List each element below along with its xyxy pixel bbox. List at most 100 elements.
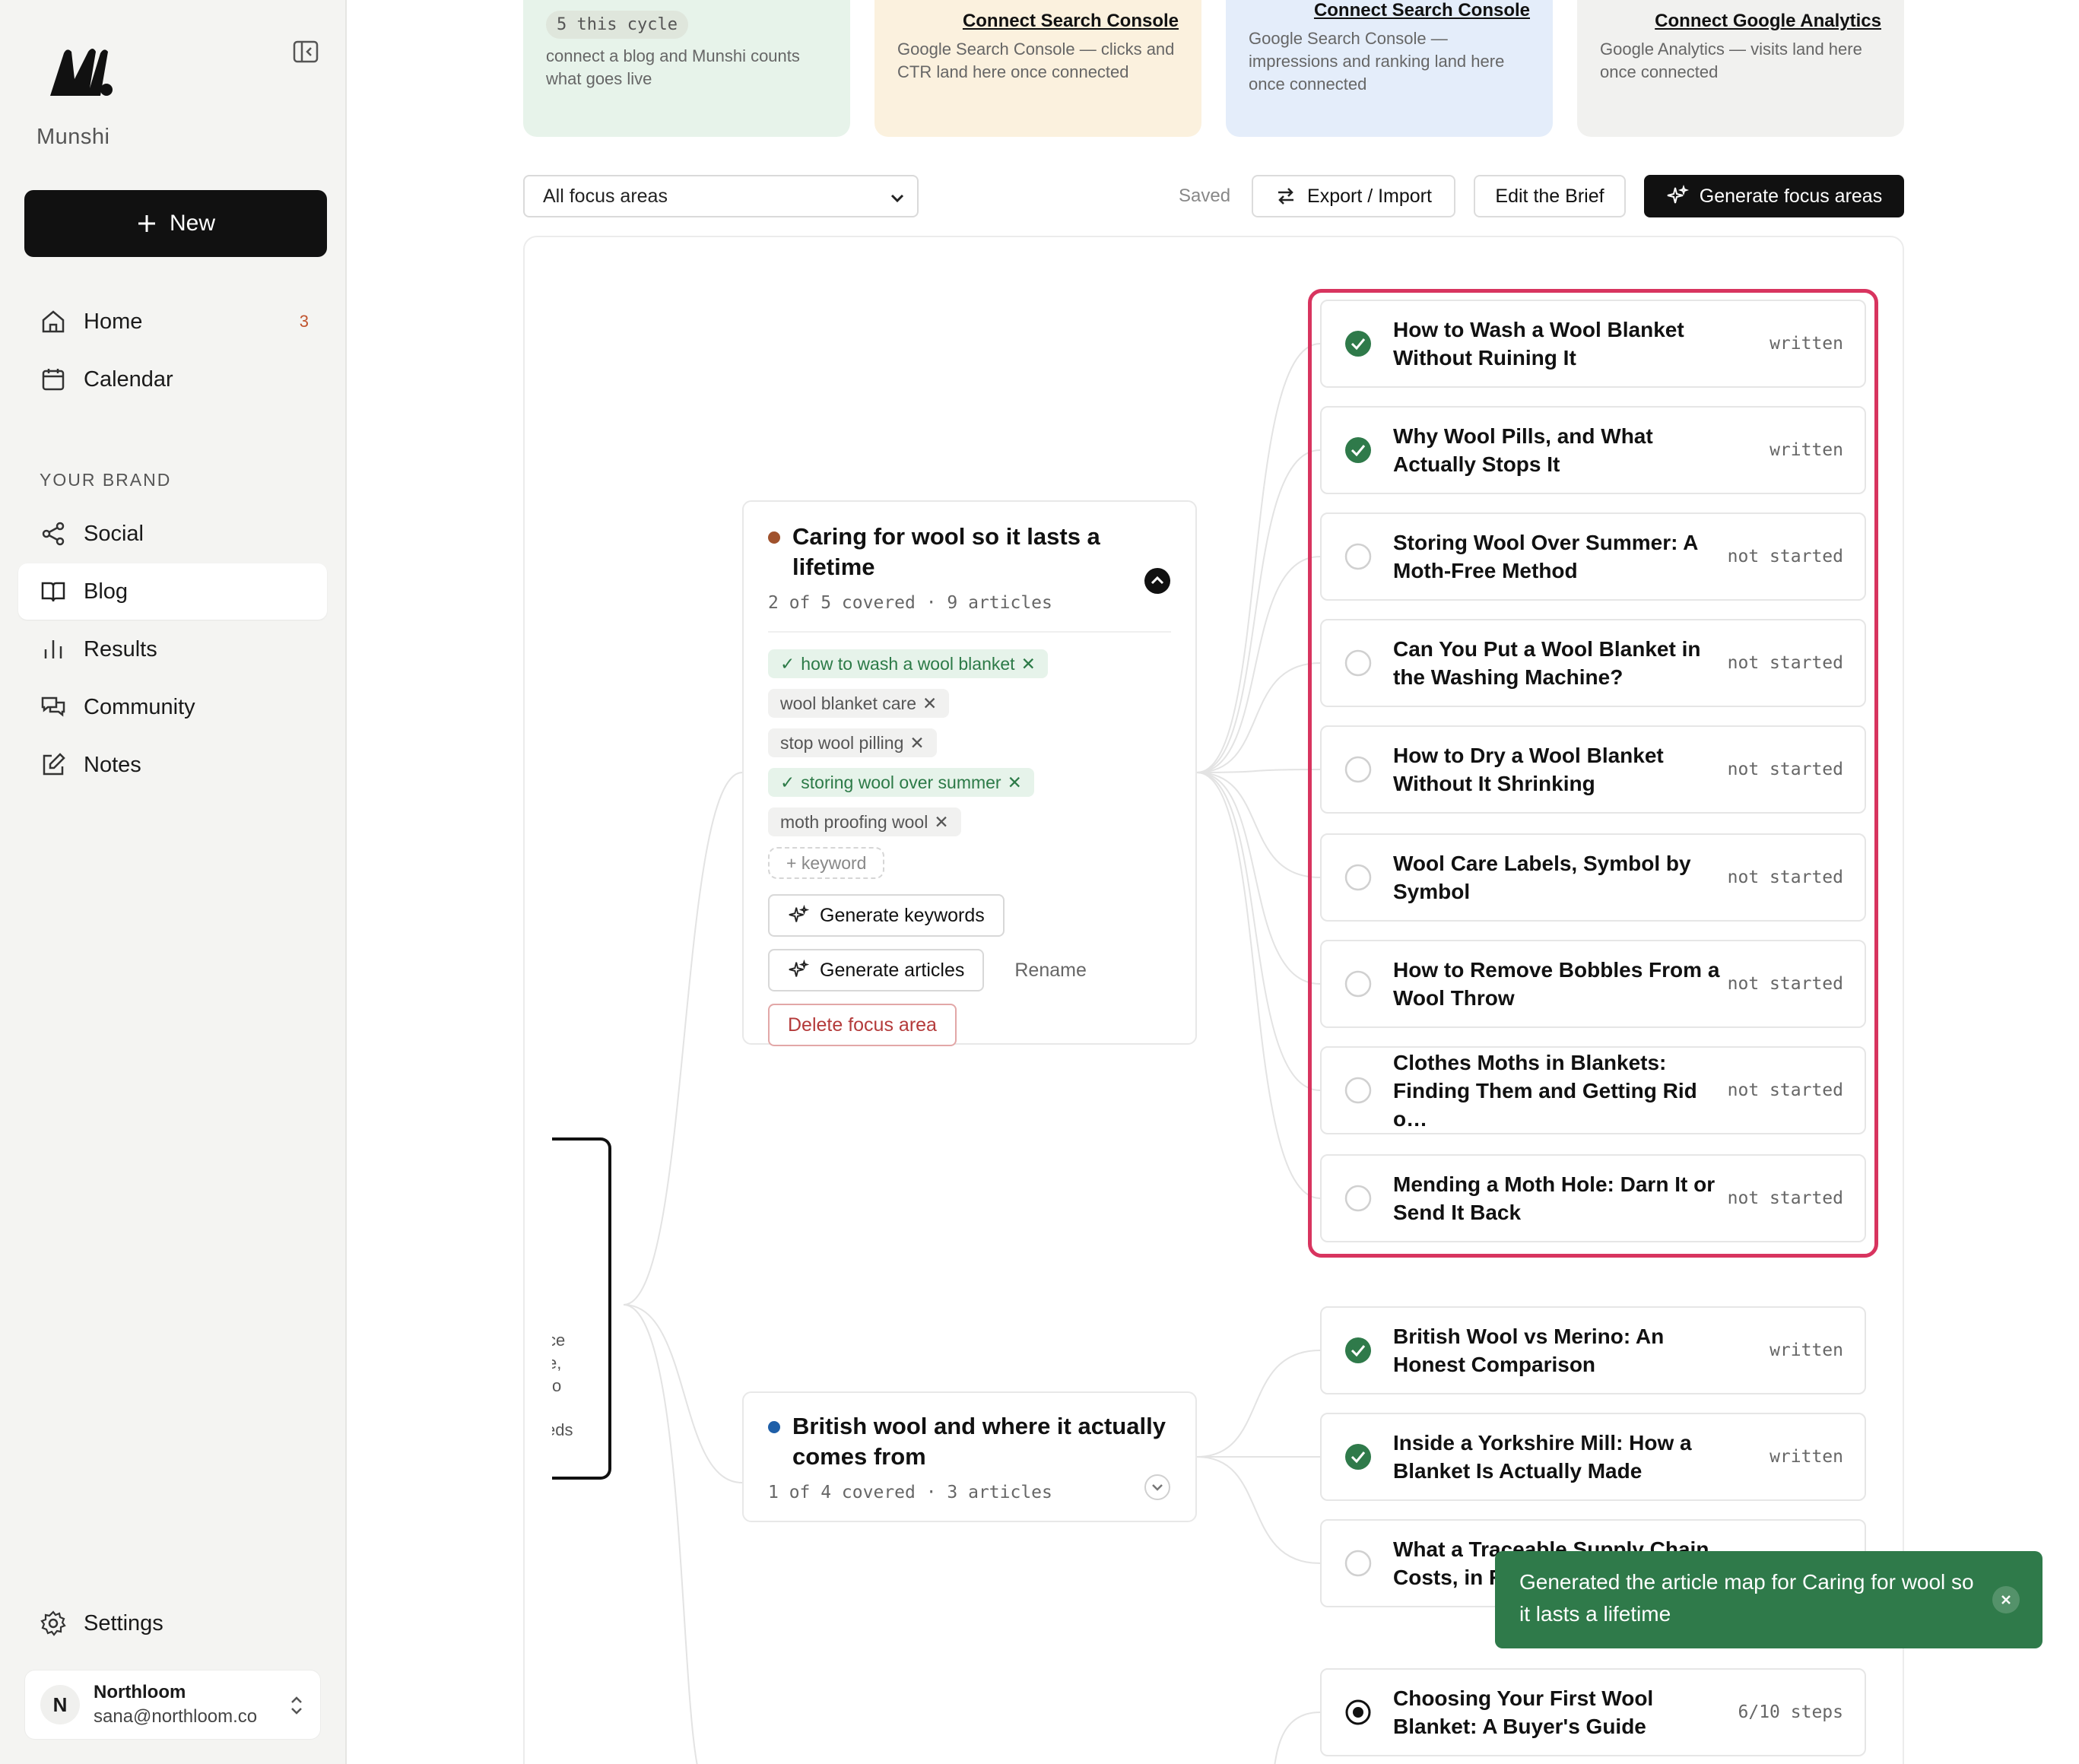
article-map-canvas[interactable]: ce e, o eds Caring for wool so it lasts …: [523, 236, 1904, 1764]
connect-search-console-link[interactable]: Connect Search Console: [1249, 0, 1530, 21]
keyword-text: moth proofing wool: [780, 811, 928, 832]
focus-area-card[interactable]: Caring for wool so it lasts a lifetime 2…: [742, 500, 1197, 1046]
edit-brief-button[interactable]: Edit the Brief: [1474, 175, 1626, 217]
sidebar-item-label: Settings: [84, 1610, 163, 1636]
keyword-text: stop wool pilling: [780, 732, 904, 753]
article-card[interactable]: Choosing Your First Wool Blanket: A Buye…: [1320, 1668, 1866, 1756]
generate-keywords-button[interactable]: Generate keywords: [768, 894, 1005, 937]
focus-area-color-dot: [768, 1421, 780, 1433]
sidebar-item-notes[interactable]: Notes: [18, 737, 327, 793]
focus-area-card[interactable]: British wool and where it actually comes…: [742, 1391, 1197, 1522]
sidebar-item-blog[interactable]: Blog: [18, 563, 327, 620]
sidebar-item-label: Results: [84, 636, 157, 662]
article-title: Choosing Your First Wool Blanket: A Buye…: [1393, 1686, 1654, 1738]
sidebar-item-label: Community: [84, 694, 195, 719]
edit-icon: [43, 753, 65, 776]
focus-area-title: British wool and where it actually comes…: [792, 1413, 1166, 1470]
swap-icon: [1278, 188, 1294, 205]
check-icon: ✓: [780, 653, 795, 674]
collapse-sidebar-icon[interactable]: [292, 40, 319, 64]
button-label: Generate articles: [820, 959, 965, 981]
connect-google-analytics-link[interactable]: Connect Google Analytics: [1600, 11, 1881, 32]
stat-card-cycle: 5 this cycle connect a blog and Munshi c…: [523, 0, 850, 137]
article-status: 6/10 steps: [1738, 1702, 1843, 1722]
keyword-chip[interactable]: ✓ how to wash a wool blanket ✕: [768, 649, 1048, 678]
article-status: written: [1770, 1340, 1843, 1360]
export-import-label: Export / Import: [1307, 185, 1432, 207]
remove-icon[interactable]: ✕: [1021, 654, 1036, 674]
plus-icon: [138, 215, 155, 232]
sparkle-icon: [789, 960, 809, 977]
sidebar-item-label: Notes: [84, 752, 141, 777]
notification-badge: 3: [299, 312, 309, 331]
stat-card-impressions: Connect Search Console Google Search Con…: [1226, 0, 1553, 137]
generate-focus-areas-button[interactable]: Generate focus areas: [1644, 175, 1904, 217]
focus-area-color-dot: [768, 531, 780, 544]
check-circle-icon: [1345, 1337, 1371, 1363]
article-card[interactable]: British Wool vs Merino: An Honest Compar…: [1320, 1306, 1866, 1394]
sidebar-item-calendar[interactable]: Calendar: [18, 351, 327, 408]
calendar-icon: [42, 369, 65, 391]
root-node-text: ce: [552, 1331, 566, 1350]
new-button[interactable]: New: [24, 190, 327, 257]
sidebar-item-settings[interactable]: Settings: [18, 1595, 327, 1651]
keyword-chip[interactable]: wool blanket care ✕: [768, 689, 950, 718]
keyword-chip[interactable]: moth proofing wool ✕: [768, 807, 961, 836]
toast-notification: Generated the article map for Caring for…: [1495, 1551, 2042, 1648]
progress-circle-icon: [1345, 1699, 1371, 1725]
bar-chart-icon: [44, 640, 62, 658]
focus-area-coverage: 1 of 4 covered · 3 articles: [768, 1483, 1052, 1502]
sidebar-item-label: Home: [84, 309, 143, 334]
export-import-button[interactable]: Export / Import: [1252, 175, 1455, 217]
sparkle-icon: [1667, 185, 1689, 204]
account-name: Northloom: [94, 1682, 186, 1702]
stat-card-description: Google Search Console — impressions and …: [1249, 29, 1505, 94]
add-keyword-button[interactable]: + keyword: [768, 847, 885, 879]
article-card[interactable]: Inside a Yorkshire Mill: How a Blanket I…: [1320, 1413, 1866, 1501]
remove-icon[interactable]: ✕: [934, 812, 948, 833]
sidebar-item-label: Blog: [84, 579, 129, 604]
edit-brief-label: Edit the Brief: [1495, 185, 1604, 207]
account-email: sana@northloom.co: [94, 1706, 258, 1727]
article-title: British Wool vs Merino: An Honest Compar…: [1393, 1325, 1665, 1376]
account-switcher[interactable]: N Northloom sana@northloom.co: [24, 1670, 321, 1740]
article-title: Inside a Yorkshire Mill: How a Blanket I…: [1393, 1431, 1692, 1483]
collapse-icon[interactable]: [1144, 567, 1171, 595]
sidebar: Munshi New Home 3 Calendar YOUR BRAND So…: [0, 0, 347, 1764]
chevron-updown-icon: [291, 1696, 302, 1715]
focus-area-filter-select[interactable]: All focus areas: [523, 175, 919, 217]
rename-button[interactable]: Rename: [1014, 960, 1087, 982]
connect-search-console-link[interactable]: Connect Search Console: [897, 11, 1179, 32]
focus-area-coverage: 2 of 5 covered · 9 articles: [768, 593, 1052, 613]
section-label-your-brand: YOUR BRAND: [40, 470, 172, 490]
delete-focus-area-button[interactable]: Delete focus area: [768, 1004, 957, 1046]
keyword-chip[interactable]: stop wool pilling ✕: [768, 728, 937, 757]
root-node-text: o: [552, 1376, 562, 1395]
button-label: Generate keywords: [820, 904, 985, 926]
selection-highlight: [1308, 289, 1878, 1258]
sparkle-icon: [789, 905, 809, 922]
close-icon[interactable]: [1992, 1586, 2020, 1613]
keyword-text: storing wool over summer: [801, 772, 1001, 792]
root-node-text: eds: [552, 1420, 573, 1439]
select-value: All focus areas: [543, 185, 668, 207]
chevron-down-icon: [890, 194, 904, 203]
check-icon: ✓: [780, 772, 795, 792]
remove-icon[interactable]: ✕: [909, 733, 924, 754]
empty-circle-icon: [1344, 1550, 1372, 1577]
remove-icon[interactable]: ✕: [922, 693, 937, 714]
generate-focus-areas-label: Generate focus areas: [1699, 185, 1883, 207]
munshi-logo: [50, 49, 113, 96]
sidebar-item-home[interactable]: Home 3: [18, 293, 327, 350]
keyword-text: wool blanket care: [780, 693, 916, 713]
chat-icon: [41, 696, 65, 717]
remove-icon[interactable]: ✕: [1008, 773, 1022, 793]
keyword-chip[interactable]: ✓ storing wool over summer ✕: [768, 768, 1034, 797]
sidebar-item-community[interactable]: Community: [18, 679, 327, 735]
cycle-pill: 5 this cycle: [546, 11, 688, 39]
generate-articles-button[interactable]: Generate articles: [768, 949, 985, 991]
sidebar-item-results[interactable]: Results: [18, 621, 327, 677]
sidebar-item-social[interactable]: Social: [18, 506, 327, 562]
expand-icon[interactable]: [1144, 1474, 1171, 1501]
root-brief-node[interactable]: ce e, o eds: [552, 1137, 611, 1480]
